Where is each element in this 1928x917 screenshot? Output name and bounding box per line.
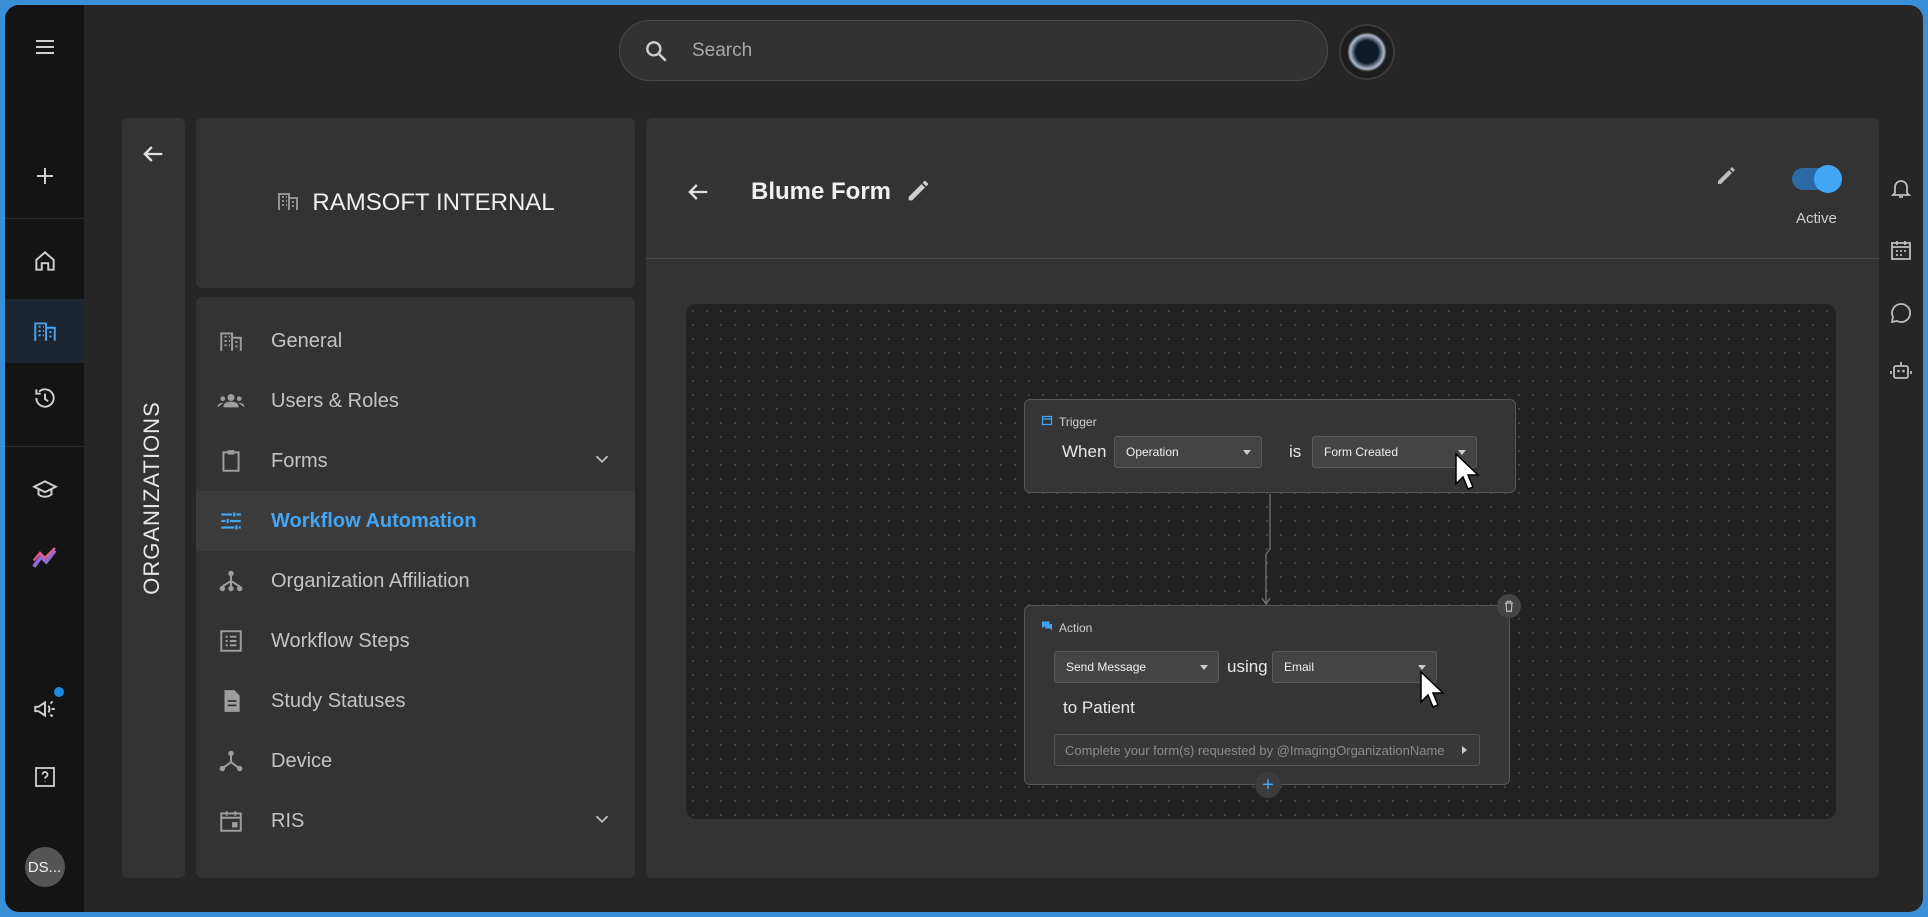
channel-select[interactable]: Email: [1272, 651, 1437, 683]
back-arrow-icon[interactable]: [139, 140, 167, 173]
menu-item-label: Study Statuses: [271, 689, 406, 712]
cursor-icon: [1420, 670, 1445, 708]
organizations-label: ORGANIZATIONS: [139, 401, 164, 595]
workflow-editor-panel: Blume Form Active Trigger When Operation…: [646, 118, 1879, 878]
menu-item-label: General: [271, 329, 343, 352]
calendar-icon: [216, 806, 246, 836]
dropdown-arrow-icon: [1243, 450, 1251, 455]
select-value: Email: [1284, 660, 1315, 674]
search-icon: [640, 38, 672, 64]
dropdown-arrow-icon: [1200, 665, 1208, 670]
bot-icon[interactable]: [1878, 351, 1923, 391]
organization-logo[interactable]: [1339, 24, 1395, 80]
organizations-strip: ORGANIZATIONS: [122, 118, 185, 878]
menu-item-forms[interactable]: Forms: [196, 431, 635, 491]
settings-menu: General Users & Roles Forms Workflow Aut…: [196, 297, 635, 878]
people-icon: [216, 386, 246, 416]
add-step-icon[interactable]: +: [1255, 772, 1281, 798]
menu-item-device[interactable]: Device: [196, 731, 635, 791]
menu-item-general[interactable]: General: [196, 311, 635, 371]
expand-arrow-icon: [1462, 746, 1467, 754]
analytics-icon[interactable]: [5, 526, 84, 590]
edit-icon[interactable]: [1714, 164, 1738, 193]
calendar-icon[interactable]: [1878, 230, 1923, 270]
org-name: RAMSOFT INTERNAL: [312, 189, 555, 216]
is-label: is: [1289, 442, 1302, 461]
message-text: Complete your form(s) requested by @Imag…: [1065, 742, 1445, 758]
action-title: Action: [1059, 620, 1093, 635]
cursor-icon: [1455, 452, 1480, 490]
active-toggle[interactable]: [1792, 165, 1842, 193]
using-label: using: [1227, 657, 1268, 676]
trigger-value-select[interactable]: Form Created: [1312, 436, 1477, 468]
app-window: DS... ORGANIZATIONS RAMSOFT INTERNAL Gen…: [5, 5, 1923, 912]
select-value: Operation: [1126, 445, 1179, 459]
menu-item-label: Forms: [271, 449, 328, 472]
menu-item-organization-affiliation[interactable]: Organization Affiliation: [196, 551, 635, 611]
notification-dot: [54, 687, 64, 697]
building-icon: [216, 326, 246, 356]
avatar-initials: DS...: [24, 847, 65, 887]
select-value: Send Message: [1066, 660, 1147, 674]
trigger-header: Trigger: [1041, 414, 1097, 429]
announcement-icon[interactable]: [5, 677, 84, 741]
search-input[interactable]: [692, 39, 1292, 62]
user-avatar[interactable]: DS...: [5, 835, 84, 899]
workflow-title: Blume Form: [751, 178, 892, 205]
chat-icon[interactable]: [1878, 293, 1923, 333]
building-icon: [276, 189, 300, 218]
bell-icon[interactable]: [1878, 168, 1923, 208]
left-rail: DS...: [5, 5, 84, 912]
menu-item-study-statuses[interactable]: Study Statuses: [196, 671, 635, 731]
menu-item-label: Workflow Steps: [271, 629, 410, 652]
menu-item-label: RIS: [271, 809, 305, 832]
back-arrow-icon[interactable]: [684, 178, 712, 211]
chevron-down-icon[interactable]: [591, 808, 613, 835]
school-icon[interactable]: [5, 458, 84, 522]
list-icon: [216, 626, 246, 656]
when-label: When: [1062, 442, 1107, 461]
organization-nav-icon[interactable]: [5, 299, 84, 363]
delete-icon[interactable]: [1497, 594, 1521, 618]
menu-item-label: Users & Roles: [271, 389, 399, 412]
trigger-title: Trigger: [1059, 414, 1097, 429]
edit-title-icon[interactable]: [904, 177, 932, 210]
device-hub-icon: [216, 746, 246, 776]
trigger-field-select[interactable]: Operation: [1114, 436, 1262, 468]
hierarchy-icon: [216, 566, 246, 596]
trigger-node[interactable]: Trigger When Operation is Form Created: [1024, 399, 1516, 493]
help-icon[interactable]: [5, 745, 84, 809]
search-bar[interactable]: [619, 20, 1328, 81]
clipboard-icon: [216, 446, 246, 476]
calendar-icon: [1041, 414, 1053, 429]
action-header: Action: [1041, 620, 1092, 635]
home-icon[interactable]: [5, 229, 84, 293]
menu-item-users-roles[interactable]: Users & Roles: [196, 371, 635, 431]
document-icon: [216, 686, 246, 716]
chevron-down-icon[interactable]: [591, 448, 613, 475]
tune-icon: [216, 506, 246, 536]
message-icon: [1041, 620, 1053, 635]
active-label: Active: [1796, 210, 1837, 227]
history-icon[interactable]: [5, 366, 84, 430]
org-title-card: RAMSOFT INTERNAL: [196, 118, 635, 288]
menu-item-workflow-automation[interactable]: Workflow Automation: [196, 491, 635, 551]
recipient-label: to Patient: [1063, 698, 1135, 717]
workflow-canvas[interactable]: Trigger When Operation is Form Created A…: [686, 304, 1836, 819]
action-type-select[interactable]: Send Message: [1054, 651, 1219, 683]
select-value: Form Created: [1324, 445, 1399, 459]
menu-item-label: Organization Affiliation: [271, 569, 470, 592]
menu-item-label: Device: [271, 749, 333, 772]
menu-item-workflow-steps[interactable]: Workflow Steps: [196, 611, 635, 671]
message-field[interactable]: Complete your form(s) requested by @Imag…: [1054, 734, 1480, 766]
menu-item-ris[interactable]: RIS: [196, 791, 635, 851]
add-icon[interactable]: [5, 144, 84, 208]
hamburger-menu-icon[interactable]: [5, 15, 84, 79]
menu-item-label: Workflow Automation: [271, 509, 477, 532]
